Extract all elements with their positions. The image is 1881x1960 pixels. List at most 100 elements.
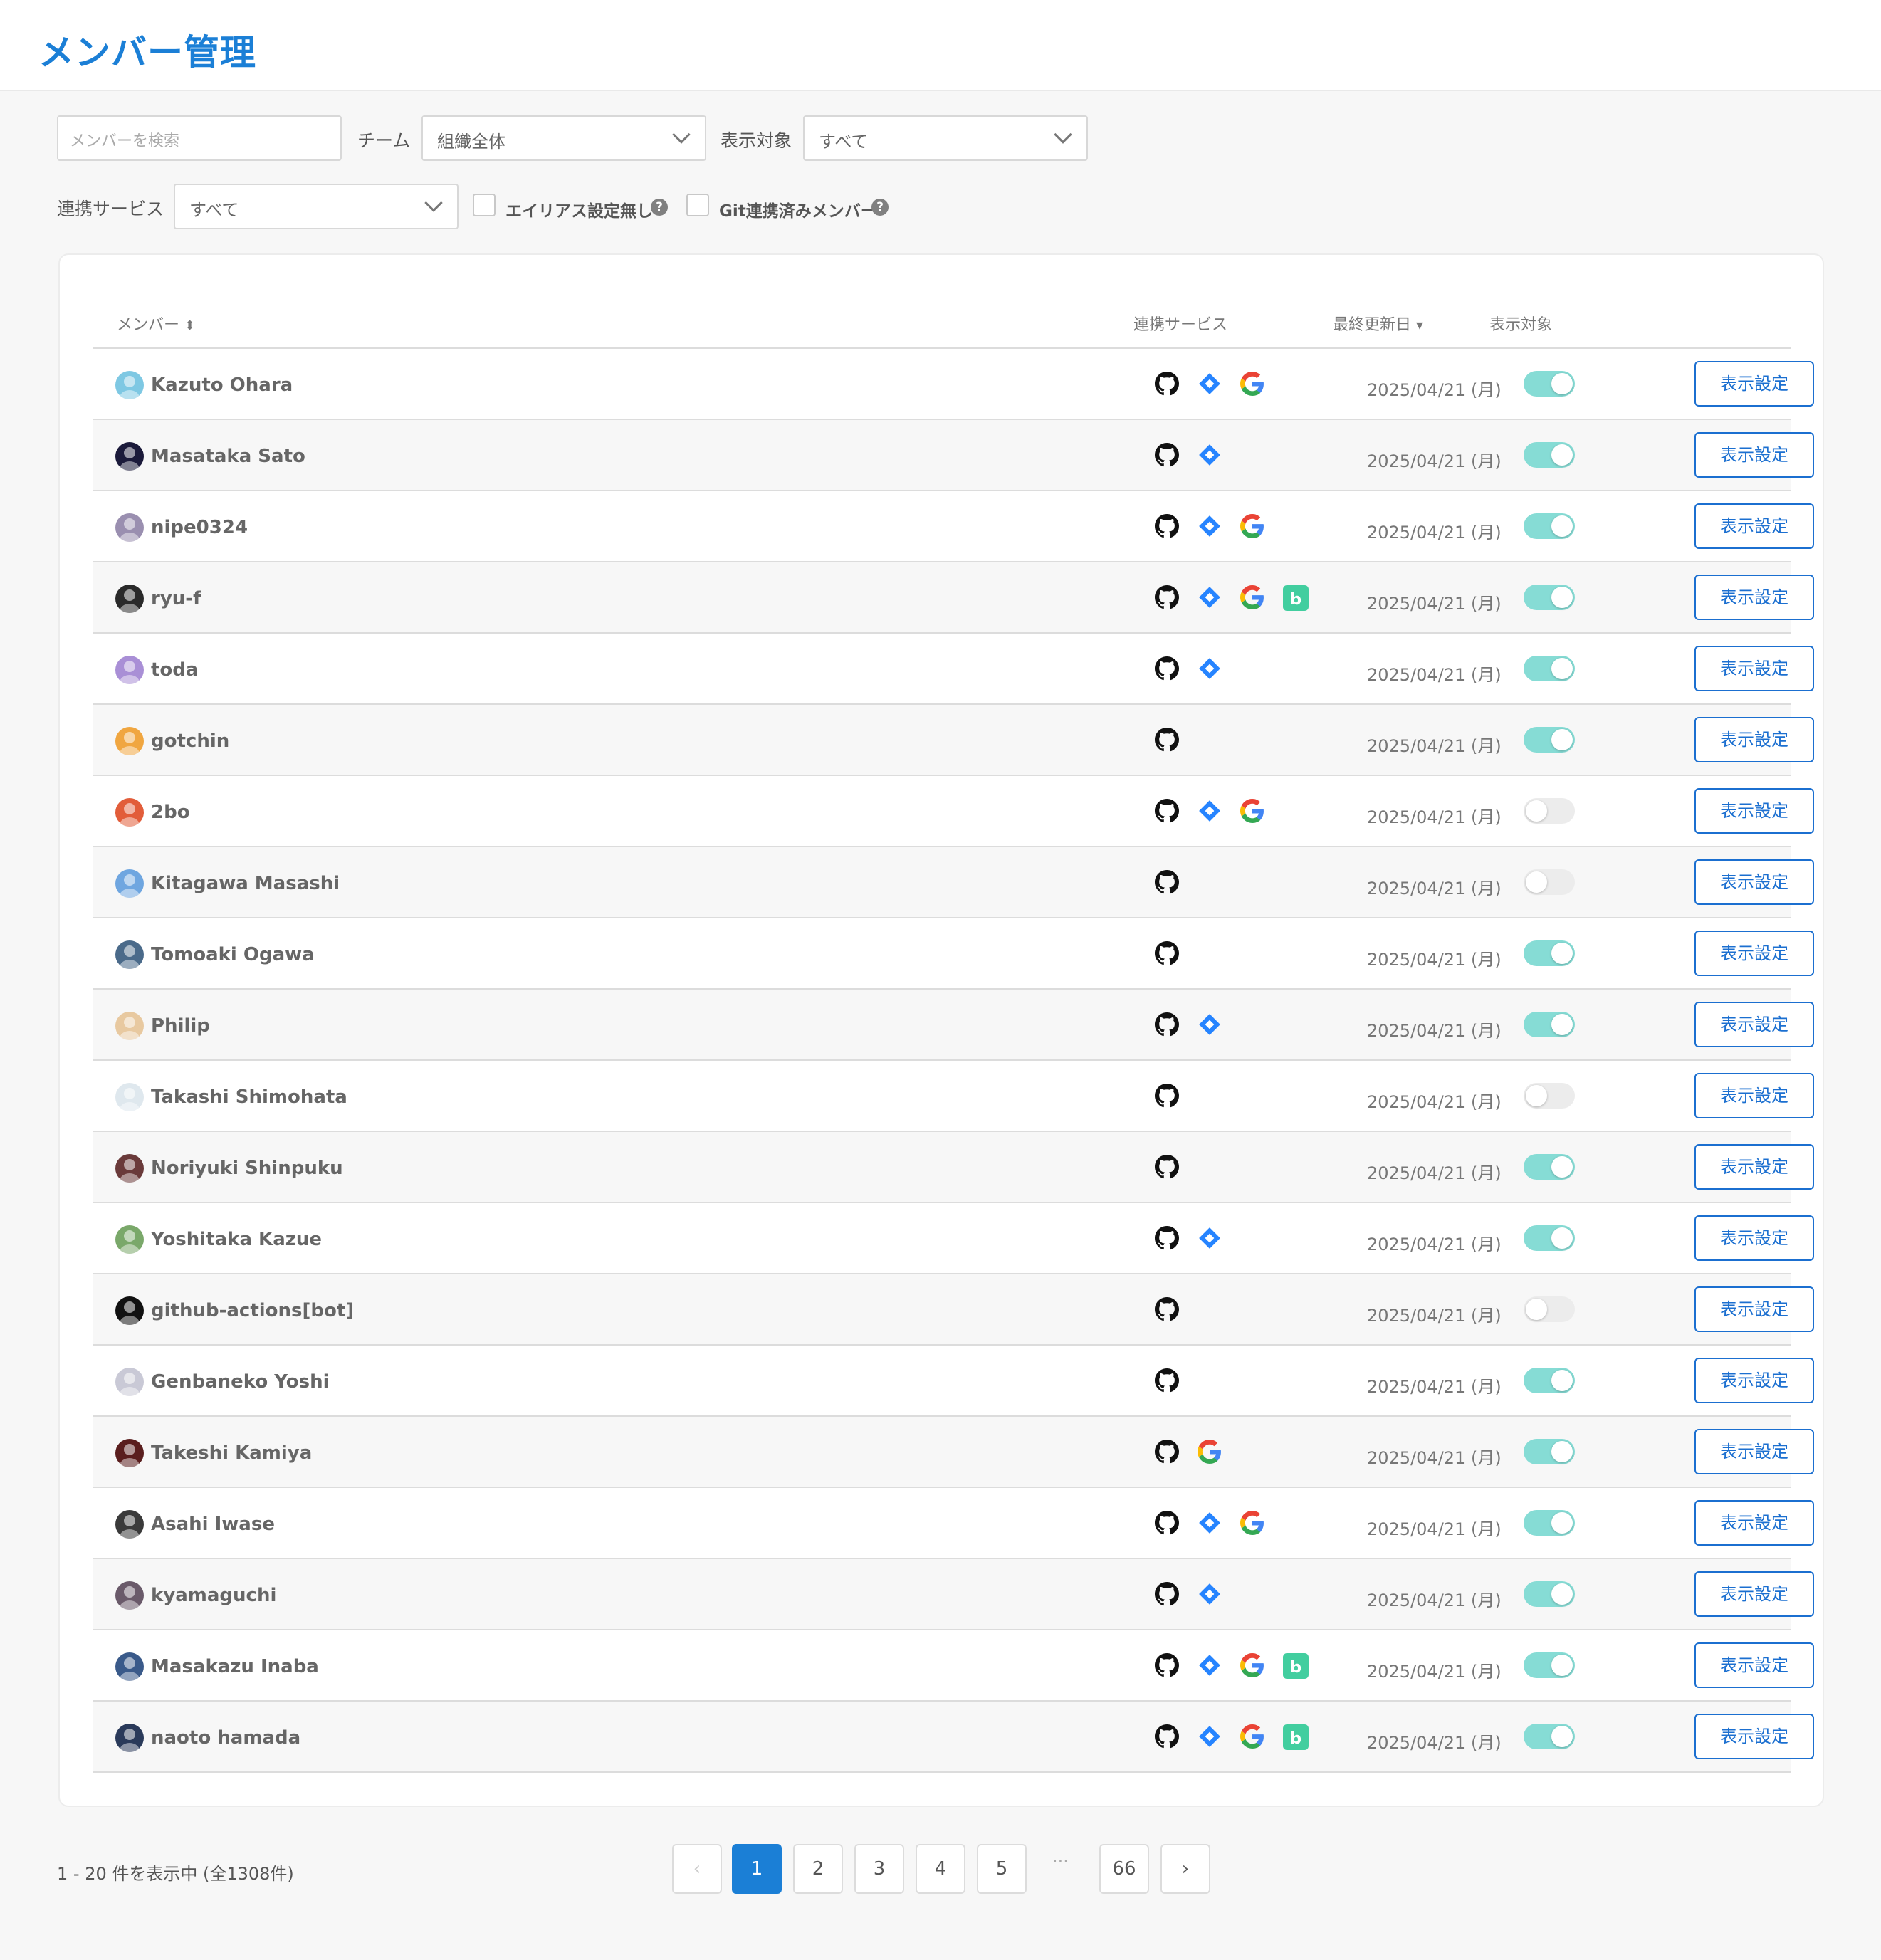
github-icon (1155, 1440, 1180, 1465)
updated-date: 2025/04/21 (月) (1367, 594, 1502, 614)
team-select[interactable]: 組織全体 (421, 115, 706, 161)
display-settings-button[interactable]: 表示設定 (1694, 1500, 1814, 1546)
display-toggle[interactable] (1524, 1439, 1575, 1464)
display-settings-button[interactable]: 表示設定 (1694, 646, 1814, 691)
updated-date: 2025/04/21 (月) (1367, 451, 1502, 471)
display-toggle[interactable] (1524, 371, 1575, 397)
updated-date: 2025/04/21 (月) (1367, 380, 1502, 400)
display-settings-button[interactable]: 表示設定 (1694, 432, 1814, 478)
pagination-page-5[interactable]: 5 (977, 1844, 1027, 1894)
display-toggle[interactable] (1524, 1083, 1575, 1109)
display-settings-button[interactable]: 表示設定 (1694, 575, 1814, 620)
updated-date: 2025/04/21 (月) (1367, 1662, 1502, 1682)
display-toggle[interactable] (1524, 1510, 1575, 1536)
display-toggle[interactable] (1524, 1296, 1575, 1322)
column-header-updated-label: 最終更新日 (1333, 316, 1412, 334)
display-toggle[interactable] (1524, 798, 1575, 824)
display-toggle[interactable] (1524, 940, 1575, 966)
updated-date: 2025/04/21 (月) (1367, 1448, 1502, 1468)
no-alias-checkbox[interactable] (473, 194, 496, 216)
display-settings-button[interactable]: 表示設定 (1694, 717, 1814, 762)
display-toggle[interactable] (1524, 869, 1575, 895)
display-settings-button[interactable]: 表示設定 (1694, 1002, 1814, 1047)
display-target-select[interactable]: すべて (803, 115, 1088, 161)
jira-icon (1198, 1653, 1223, 1679)
service-select[interactable]: すべて (174, 184, 459, 229)
display-toggle[interactable] (1524, 1368, 1575, 1393)
display-settings-button[interactable]: 表示設定 (1694, 361, 1814, 407)
avatar (115, 1154, 144, 1183)
member-name: gotchin (151, 730, 230, 752)
display-settings-button[interactable]: 表示設定 (1694, 1144, 1814, 1190)
display-toggle[interactable] (1524, 1581, 1575, 1607)
column-header-member[interactable]: メンバー ⬍ (117, 312, 195, 335)
git-linked-checkbox[interactable] (686, 194, 709, 216)
updated-date: 2025/04/21 (月) (1367, 1092, 1502, 1112)
pagination-page-last[interactable]: 66 (1099, 1844, 1149, 1894)
display-settings-button[interactable]: 表示設定 (1694, 1286, 1814, 1332)
display-target-label: 表示対象 (721, 130, 792, 151)
pagination-page-2[interactable]: 2 (793, 1844, 843, 1894)
pagination-prev-button[interactable]: ‹ (672, 1844, 722, 1894)
chevron-down-icon (424, 194, 443, 212)
display-toggle[interactable] (1524, 1652, 1575, 1678)
jira-icon (1198, 1582, 1223, 1608)
column-header-updated[interactable]: 最終更新日 ▾ (1333, 312, 1423, 335)
display-settings-button[interactable]: 表示設定 (1694, 1358, 1814, 1403)
toggle-knob (1526, 1085, 1547, 1106)
chevron-down-icon (1054, 125, 1072, 144)
display-toggle[interactable] (1524, 1225, 1575, 1251)
help-icon[interactable]: ? (871, 199, 889, 216)
member-name: Yoshitaka Kazue (151, 1229, 323, 1250)
search-input[interactable]: メンバーを検索 (57, 115, 342, 161)
sort-desc-icon[interactable]: ▾ (1416, 316, 1423, 333)
github-icon (1155, 870, 1180, 896)
sort-icon[interactable]: ⬍ (184, 318, 195, 333)
display-toggle[interactable] (1524, 1724, 1575, 1749)
updated-date: 2025/04/21 (月) (1367, 1590, 1502, 1610)
pagination-next-button[interactable]: › (1160, 1844, 1210, 1894)
member-name: Masataka Sato (151, 446, 305, 467)
updated-date: 2025/04/21 (月) (1367, 736, 1502, 756)
updated-date: 2025/04/21 (月) (1367, 523, 1502, 543)
display-settings-button[interactable]: 表示設定 (1694, 859, 1814, 905)
git-linked-label[interactable]: Git連携済みメンバー (719, 197, 877, 221)
pagination-page-1[interactable]: 1 (732, 1844, 782, 1894)
github-icon (1155, 372, 1180, 397)
service-select-value: すべて (189, 200, 239, 220)
display-settings-button[interactable]: 表示設定 (1694, 503, 1814, 549)
table-row: github-actions[bot] 2025/04/21 (月) 表示設定 (93, 1274, 1814, 1346)
avatar (115, 442, 144, 471)
display-settings-button[interactable]: 表示設定 (1694, 1429, 1814, 1474)
avatar (115, 1083, 144, 1111)
display-settings-button[interactable]: 表示設定 (1694, 1215, 1814, 1261)
display-toggle[interactable] (1524, 727, 1575, 753)
help-icon[interactable]: ? (651, 199, 668, 216)
toggle-knob (1551, 729, 1573, 750)
display-toggle[interactable] (1524, 585, 1575, 610)
team-select-value: 組織全体 (437, 132, 505, 152)
github-icon (1155, 1724, 1180, 1750)
display-toggle[interactable] (1524, 1012, 1575, 1037)
pagination-page-3[interactable]: 3 (854, 1844, 904, 1894)
avatar (115, 1510, 144, 1539)
no-alias-label[interactable]: エイリアス設定無し (505, 197, 653, 221)
pagination-page-4[interactable]: 4 (916, 1844, 965, 1894)
display-settings-button[interactable]: 表示設定 (1694, 931, 1814, 976)
display-settings-button[interactable]: 表示設定 (1694, 1642, 1814, 1688)
display-settings-button[interactable]: 表示設定 (1694, 1714, 1814, 1759)
display-settings-button[interactable]: 表示設定 (1694, 1571, 1814, 1617)
display-toggle[interactable] (1524, 656, 1575, 681)
table-row: Noriyuki Shinpuku 2025/04/21 (月) 表示設定 (93, 1132, 1814, 1203)
member-name: Takeshi Kamiya (151, 1442, 313, 1464)
toggle-knob (1551, 444, 1573, 466)
display-settings-button[interactable]: 表示設定 (1694, 1073, 1814, 1118)
github-icon (1155, 1582, 1180, 1608)
display-toggle[interactable] (1524, 1154, 1575, 1180)
display-toggle[interactable] (1524, 442, 1575, 468)
jira-icon (1198, 656, 1223, 682)
display-toggle[interactable] (1524, 513, 1575, 539)
display-settings-button[interactable]: 表示設定 (1694, 788, 1814, 834)
github-icon (1155, 1297, 1180, 1323)
column-header-member-label: メンバー (117, 316, 180, 334)
